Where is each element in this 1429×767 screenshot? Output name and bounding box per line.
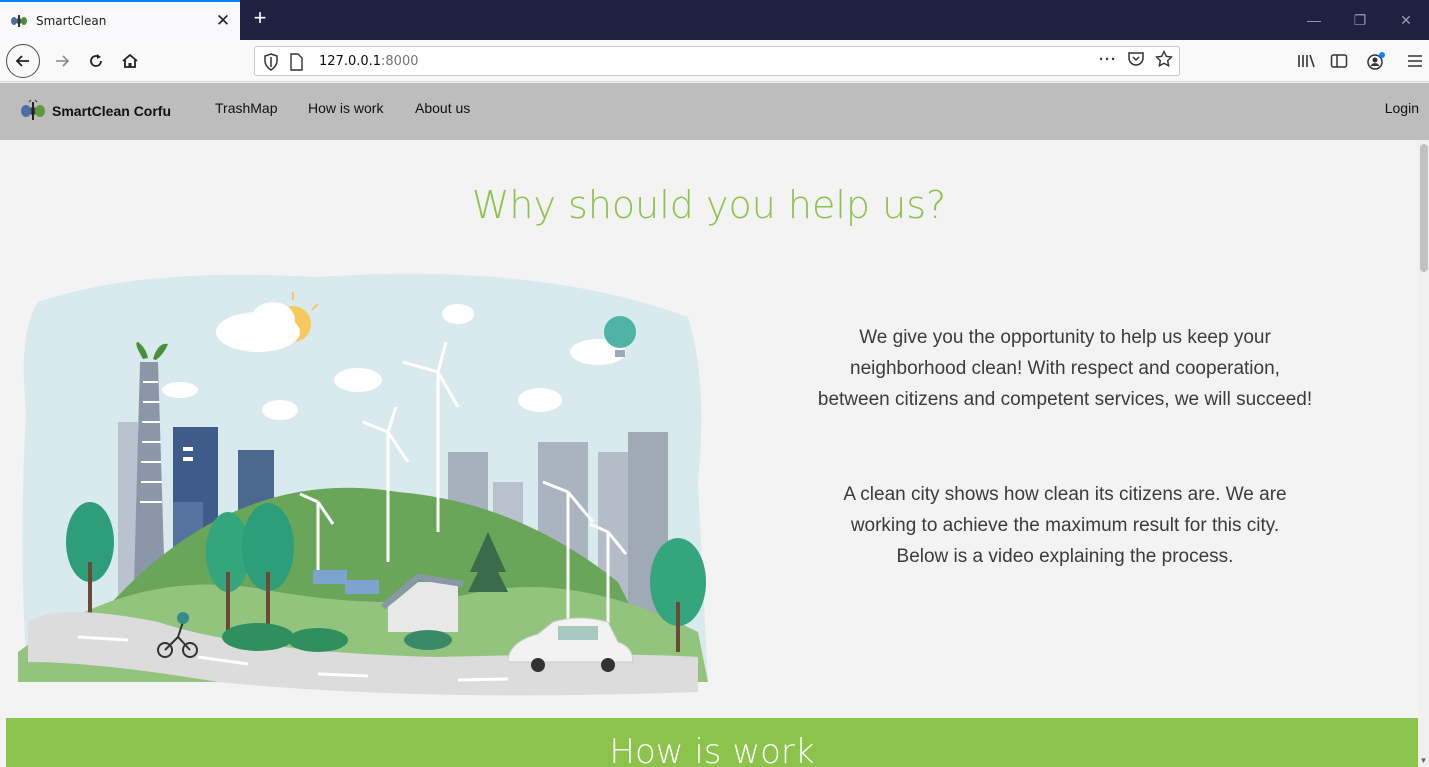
close-window-icon[interactable]: ✕	[1383, 0, 1429, 40]
bookmark-star-icon[interactable]	[1155, 50, 1173, 68]
nav-link-how-is-work[interactable]: How is work	[308, 100, 383, 116]
shield-icon[interactable]	[263, 53, 279, 71]
hero-paragraph-2-line-3: Below is a video explaining the process.	[896, 546, 1234, 567]
site-header: SmartClean Corfu TrashMap How is work Ab…	[0, 83, 1429, 140]
nav-link-trashmap[interactable]: TrashMap	[215, 100, 278, 116]
section-title-why-help: Why should you help us?	[471, 183, 947, 227]
hero-paragraph-1: We give you the opportunity to help us k…	[780, 322, 1350, 415]
url-bar[interactable]: 127.0.0.1:8000 ···	[254, 46, 1180, 76]
scrollbar-thumb[interactable]	[1420, 144, 1428, 272]
hero-paragraph-1-line-1: We give you the opportunity to help us k…	[859, 327, 1271, 348]
hamburger-menu-icon[interactable]	[1405, 51, 1425, 71]
library-icon[interactable]	[1296, 51, 1316, 71]
back-arrow-icon[interactable]	[6, 44, 40, 78]
pocket-icon[interactable]	[1127, 50, 1145, 68]
brand-name: SmartClean Corfu	[52, 103, 172, 119]
green-city-illustration	[18, 273, 708, 696]
new-tab-button[interactable]: +	[247, 4, 273, 32]
scroll-down-arrow-icon[interactable]: ▼	[1418, 756, 1429, 765]
hero-paragraph-2-line-1: A clean city shows how clean its citizen…	[843, 484, 1287, 505]
tab-title: SmartClean	[36, 14, 107, 28]
login-link[interactable]: Login	[1385, 100, 1419, 116]
sidebar-icon[interactable]	[1329, 51, 1349, 71]
forward-arrow-icon[interactable]	[45, 44, 79, 78]
account-icon[interactable]	[1366, 51, 1386, 71]
hero-paragraph-2-line-2: working to achieve the maximum result fo…	[850, 515, 1280, 536]
url-text[interactable]: 127.0.0.1:8000	[319, 54, 419, 69]
minimize-window-icon[interactable]: —	[1291, 0, 1337, 40]
section-title-how-is-work: How is work	[609, 732, 815, 767]
brand-logo-link[interactable]: SmartClean Corfu	[20, 99, 171, 123]
hero-paragraph-1-line-3: between citizens and competent services,…	[817, 389, 1313, 410]
page-scrollbar[interactable]: ▼	[1418, 140, 1429, 767]
browser-navigation-bar: 127.0.0.1:8000 ···	[0, 40, 1429, 82]
how-is-work-section: How is work	[6, 718, 1418, 767]
smartclean-logo-icon	[21, 99, 45, 120]
restore-window-icon[interactable]: ❐	[1337, 0, 1383, 40]
home-icon[interactable]	[113, 44, 147, 78]
hero-paragraph-2: A clean city shows how clean its citizen…	[780, 479, 1350, 572]
reload-icon[interactable]	[79, 44, 113, 78]
balloon-shape	[604, 316, 636, 348]
more-dots-icon[interactable]: ···	[1099, 51, 1117, 68]
smartclean-favicon-icon	[11, 15, 27, 27]
nav-link-about-us[interactable]: About us	[415, 100, 470, 116]
hero-paragraph-1-line-2: neighborhood clean! With respect and coo…	[850, 358, 1280, 379]
close-tab-icon[interactable]: ✕	[212, 10, 234, 32]
page-icon[interactable]	[289, 53, 303, 71]
browser-tab-bar: SmartClean ✕ + — ❐ ✕	[0, 0, 1429, 40]
browser-tab-active[interactable]: SmartClean ✕	[0, 0, 240, 40]
